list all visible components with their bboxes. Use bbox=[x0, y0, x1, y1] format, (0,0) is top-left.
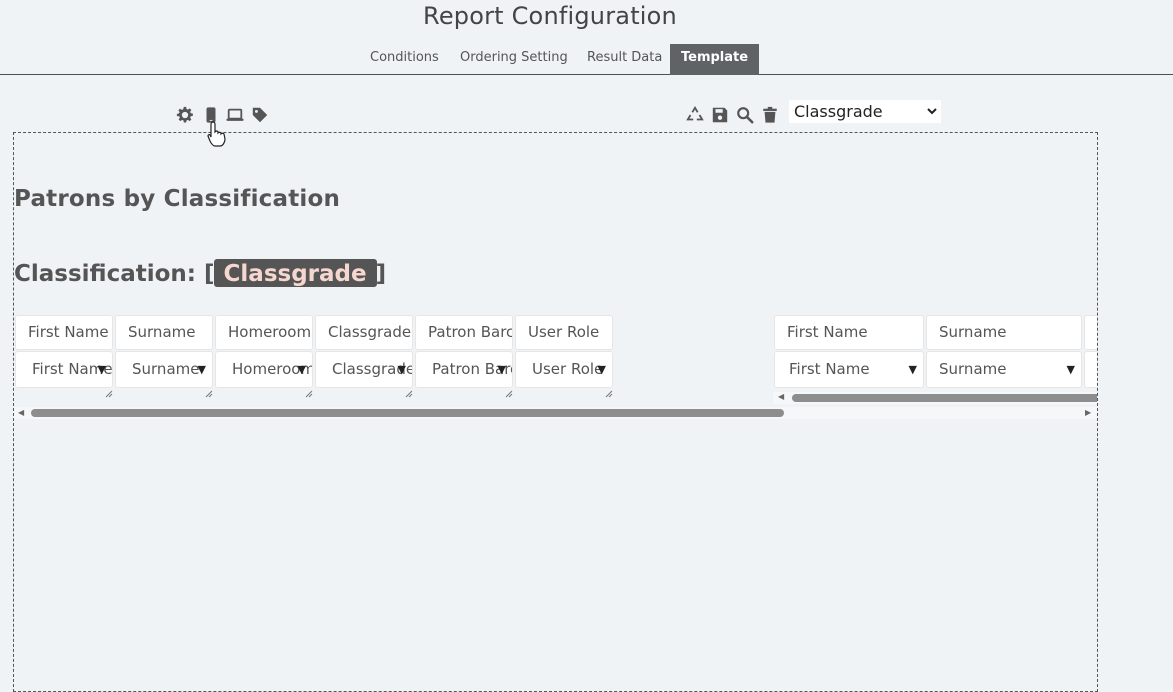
group-field-select[interactable]: Classgrade bbox=[789, 100, 941, 123]
header-cell-surname[interactable]: Surname bbox=[926, 315, 1082, 350]
field-select-homeroom[interactable]: Homeroom ▼ bbox=[215, 351, 313, 388]
recycle-icon[interactable] bbox=[686, 106, 704, 124]
hand-cursor-icon bbox=[207, 121, 226, 147]
chevron-down-icon: ▼ bbox=[297, 363, 306, 376]
tab-conditions[interactable]: Conditions bbox=[359, 44, 450, 74]
right-grid-scroll-thumb[interactable] bbox=[792, 394, 1097, 402]
group-heading-suffix: ] bbox=[375, 261, 387, 287]
tab-template[interactable]: Template bbox=[670, 44, 760, 75]
chevron-down-icon: ▼ bbox=[908, 363, 917, 376]
field-select-surname[interactable]: Surname ▼ bbox=[926, 351, 1082, 388]
group-heading-prefix: Classification: [ bbox=[14, 261, 215, 287]
header-cell-first-name[interactable]: First Name bbox=[15, 315, 113, 350]
field-select-first-name[interactable]: First Name ▼ bbox=[774, 351, 924, 388]
field-select-first-name[interactable]: First Name ▼ bbox=[15, 351, 113, 388]
field-select-value: Surname bbox=[132, 360, 200, 378]
tab-ordering-setting[interactable]: Ordering Setting bbox=[449, 44, 579, 74]
field-select-surname[interactable]: Surname ▼ bbox=[115, 351, 213, 388]
chevron-down-icon: ▼ bbox=[497, 363, 506, 376]
header-cell-surname[interactable]: Surname bbox=[115, 315, 213, 350]
gear-icon[interactable] bbox=[176, 106, 194, 124]
laptop-icon[interactable] bbox=[226, 106, 244, 124]
header-cell-patron-barcode[interactable]: Patron Barcode bbox=[415, 315, 513, 350]
tag-icon[interactable] bbox=[251, 106, 269, 124]
header-cell-classgrade[interactable]: Classgrade bbox=[315, 315, 413, 350]
group-heading[interactable]: Classification: [Classgrade] bbox=[14, 259, 386, 287]
field-select-partial[interactable] bbox=[1084, 351, 1097, 388]
scroll-left-arrow-icon[interactable]: ◀ bbox=[18, 408, 24, 417]
resize-handle-icon[interactable] bbox=[205, 390, 213, 398]
resize-handle-icon[interactable] bbox=[605, 390, 613, 398]
save-icon[interactable] bbox=[711, 106, 729, 124]
header-cell-user-role[interactable]: User Role bbox=[515, 315, 613, 350]
chevron-down-icon: ▼ bbox=[197, 363, 206, 376]
field-select-classgrade[interactable]: Classgrade ▼ bbox=[315, 351, 413, 388]
resize-handle-icon[interactable] bbox=[405, 390, 413, 398]
chevron-down-icon: ▼ bbox=[597, 363, 606, 376]
header-cell-homeroom[interactable]: Homeroom bbox=[215, 315, 313, 350]
resize-handle-icon[interactable] bbox=[305, 390, 313, 398]
resize-handle-icon[interactable] bbox=[505, 390, 513, 398]
report-title[interactable]: Patrons by Classification bbox=[14, 186, 340, 212]
main-grid-scroll-thumb[interactable] bbox=[31, 409, 784, 417]
tab-result-data[interactable]: Result Data bbox=[576, 44, 673, 74]
chevron-down-icon: ▼ bbox=[97, 363, 106, 376]
scroll-right-arrow-icon[interactable]: ▶ bbox=[1085, 408, 1091, 417]
search-icon[interactable] bbox=[736, 106, 754, 124]
resize-handle-icon[interactable] bbox=[105, 390, 113, 398]
header-cell-first-name[interactable]: First Name bbox=[774, 315, 924, 350]
scroll-left-arrow-icon[interactable]: ◀ bbox=[778, 392, 784, 401]
field-select-value: Surname bbox=[939, 360, 1007, 378]
page-title: Report Configuration bbox=[423, 2, 677, 30]
field-select-value: First Name bbox=[789, 360, 870, 378]
chevron-down-icon: ▼ bbox=[397, 363, 406, 376]
field-select-value: User Role bbox=[532, 360, 604, 378]
field-select-user-role[interactable]: User Role ▼ bbox=[515, 351, 613, 388]
chevron-down-icon: ▼ bbox=[1066, 363, 1075, 376]
field-select-patron-barcode[interactable]: Patron Barcode▼ bbox=[415, 351, 513, 388]
header-cell-partial[interactable] bbox=[1084, 315, 1097, 350]
trash-icon[interactable] bbox=[761, 106, 779, 124]
group-field-tag[interactable]: Classgrade bbox=[213, 259, 377, 287]
tab-bar: Conditions Ordering Setting Result Data … bbox=[0, 44, 1173, 75]
